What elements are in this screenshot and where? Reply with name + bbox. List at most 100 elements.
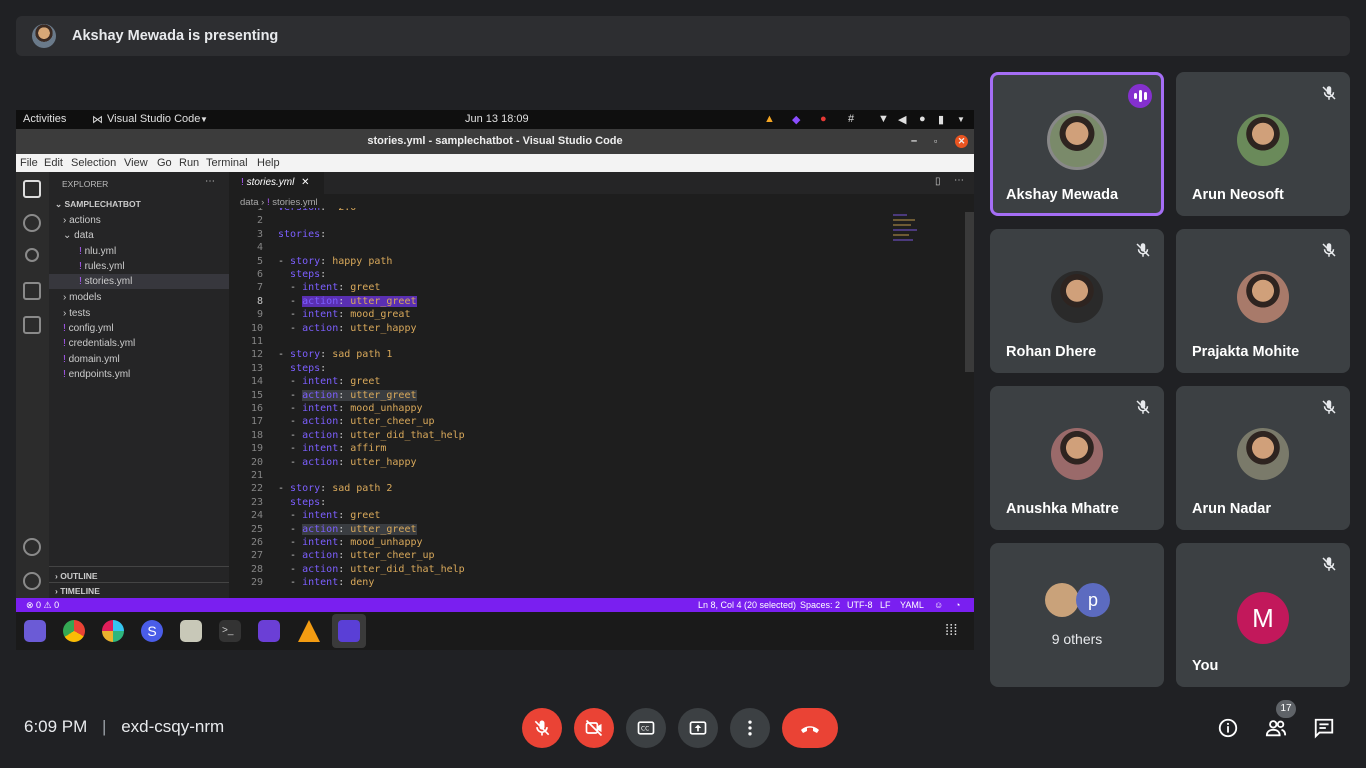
menu-help[interactable]: Help xyxy=(257,157,280,169)
line-number: 16 xyxy=(250,403,263,414)
more-options-button[interactable] xyxy=(730,708,770,748)
people-button[interactable]: 17 xyxy=(1260,700,1296,744)
language-status[interactable]: YAML xyxy=(900,600,924,610)
source-control-icon[interactable] xyxy=(25,248,39,262)
menu-view[interactable]: View xyxy=(124,157,148,169)
file-nlu[interactable]: ! nlu.yml xyxy=(79,246,116,257)
menu-selection[interactable]: Selection xyxy=(71,157,116,169)
folder-data[interactable]: ⌄ data xyxy=(63,230,94,241)
code-editor: ! stories.yml ✕ ▯ ⋯ data › ! stories.yml… xyxy=(229,172,974,598)
present-screen-button[interactable] xyxy=(678,708,718,748)
camera-toggle-button[interactable] xyxy=(574,708,614,748)
participant-tile[interactable]: Prajakta Mohite xyxy=(1176,229,1350,373)
editor-scrollbar[interactable] xyxy=(965,212,974,372)
file-rules[interactable]: ! rules.yml xyxy=(79,261,125,272)
eol-status[interactable]: LF xyxy=(880,600,891,610)
folder-tests[interactable]: › tests xyxy=(63,308,90,319)
line-number: 10 xyxy=(250,322,263,334)
file-stories-selected[interactable]: ! stories.yml xyxy=(49,274,229,289)
tab-stories[interactable]: ! stories.yml ✕ xyxy=(229,172,324,194)
code-line: - action: utter_happy xyxy=(278,456,417,468)
participant-tile[interactable]: M You xyxy=(1176,543,1350,687)
encoding-status[interactable]: UTF-8 xyxy=(847,600,873,610)
menu-go[interactable]: Go xyxy=(157,157,172,169)
skype-app-icon[interactable]: S xyxy=(141,620,163,642)
activity-bar xyxy=(16,172,49,598)
code-line: - action: utter_happy xyxy=(278,322,417,334)
more-vert-icon xyxy=(748,720,752,736)
menu-terminal[interactable]: Terminal xyxy=(206,157,248,169)
file-domain[interactable]: ! domain.yml xyxy=(63,354,120,365)
split-editor-icon[interactable]: ▯ xyxy=(935,176,941,187)
chrome-app-icon[interactable] xyxy=(63,620,85,642)
mail-app-icon[interactable] xyxy=(24,620,46,642)
meeting-time: 6:09 PM xyxy=(24,717,88,736)
close-window-icon[interactable]: ✕ xyxy=(955,135,968,148)
timeline-section[interactable]: › TIMELINE xyxy=(49,582,229,596)
outline-section[interactable]: › OUTLINE xyxy=(49,566,229,581)
editor-more-icon[interactable]: ⋯ xyxy=(954,175,964,186)
terminal-app-icon[interactable]: >_ xyxy=(219,620,241,642)
extensions-icon[interactable] xyxy=(23,316,41,334)
cursor-position[interactable]: Ln 8, Col 4 (20 selected) xyxy=(698,600,796,610)
search-icon[interactable] xyxy=(23,214,41,232)
tab-close-icon[interactable]: ✕ xyxy=(301,177,309,188)
menu-edit[interactable]: Edit xyxy=(44,157,63,169)
feedback-icon[interactable]: ☺ xyxy=(934,600,943,610)
file-config[interactable]: ! config.yml xyxy=(63,323,114,334)
menubar: File Edit Selection View Go Run Terminal… xyxy=(16,154,974,172)
maximize-icon[interactable]: ▫ xyxy=(934,129,937,154)
participant-tile[interactable]: Arun Nadar xyxy=(1176,386,1350,530)
meeting-details-button[interactable] xyxy=(1212,712,1244,744)
chat-button[interactable] xyxy=(1308,712,1340,744)
problems-status[interactable]: ⊗ 0 ⚠ 0 xyxy=(26,600,59,611)
record-tray-icon: ● xyxy=(820,113,827,125)
captions-button[interactable]: CC xyxy=(626,708,666,748)
leave-call-button[interactable] xyxy=(782,708,838,748)
minimize-icon[interactable]: – xyxy=(911,129,917,154)
indent-status[interactable]: Spaces: 2 xyxy=(800,600,840,610)
line-number: 20 xyxy=(250,456,263,468)
line-number: 7 xyxy=(256,282,263,294)
code-area[interactable]: 1 version: "2.0" 23 stories: 45 - story: hap… xyxy=(229,208,889,598)
file-endpoints[interactable]: ! endpoints.yml xyxy=(63,369,130,380)
minimap[interactable] xyxy=(893,212,963,252)
menu-run[interactable]: Run xyxy=(179,157,199,169)
app-menu-label: Visual Studio Code xyxy=(107,113,201,125)
line-number: 5 xyxy=(256,255,263,267)
participant-tile[interactable]: Anushka Mhatre xyxy=(990,386,1164,530)
explorer-icon[interactable] xyxy=(23,180,41,198)
volume-icon: ◀ xyxy=(898,114,907,126)
accounts-icon[interactable] xyxy=(23,538,41,556)
settings-gear-icon[interactable] xyxy=(23,572,41,590)
run-debug-icon[interactable] xyxy=(23,282,41,300)
folder-actions[interactable]: › actions xyxy=(63,215,101,226)
files-app-icon[interactable] xyxy=(180,620,202,642)
participant-avatar: M xyxy=(1237,592,1289,644)
app-grid-icon[interactable]: ⁞⁞⁞ xyxy=(945,622,958,639)
svg-text:CC: CC xyxy=(641,727,649,733)
project-folder[interactable]: ⌄ SAMPLECHATBOT xyxy=(55,199,141,210)
code-line: - action: utter_cheer_up xyxy=(278,416,435,428)
explorer-more-icon[interactable]: ⋯ xyxy=(205,176,215,187)
participant-tile[interactable]: Rohan Dhere xyxy=(990,229,1164,373)
vlc-app-icon[interactable] xyxy=(298,620,320,642)
mic-toggle-button[interactable] xyxy=(522,708,562,748)
menu-file[interactable]: File xyxy=(20,157,38,169)
teams-app-icon[interactable] xyxy=(258,620,280,642)
present-icon xyxy=(689,721,707,735)
vscode-dock-active[interactable] xyxy=(332,614,366,648)
slack-app-icon[interactable] xyxy=(102,620,124,642)
mic-muted-icon xyxy=(1320,241,1338,259)
participant-avatar xyxy=(1047,110,1107,170)
camera-off-icon xyxy=(585,719,603,737)
file-credentials[interactable]: ! credentials.yml xyxy=(63,338,135,349)
participant-tile[interactable]: Akshay Mewada xyxy=(990,72,1164,216)
folder-models[interactable]: › models xyxy=(63,292,101,303)
battery-icon: ▮ xyxy=(938,114,945,126)
notifications-icon[interactable]: ◔ xyxy=(955,600,960,610)
participant-name: Arun Nadar xyxy=(1192,501,1271,517)
participant-tile[interactable]: Arun Neosoft xyxy=(1176,72,1350,216)
app-menu-caret-icon: ▼ xyxy=(200,115,208,124)
participant-tile[interactable]: p 9 others xyxy=(990,543,1164,687)
